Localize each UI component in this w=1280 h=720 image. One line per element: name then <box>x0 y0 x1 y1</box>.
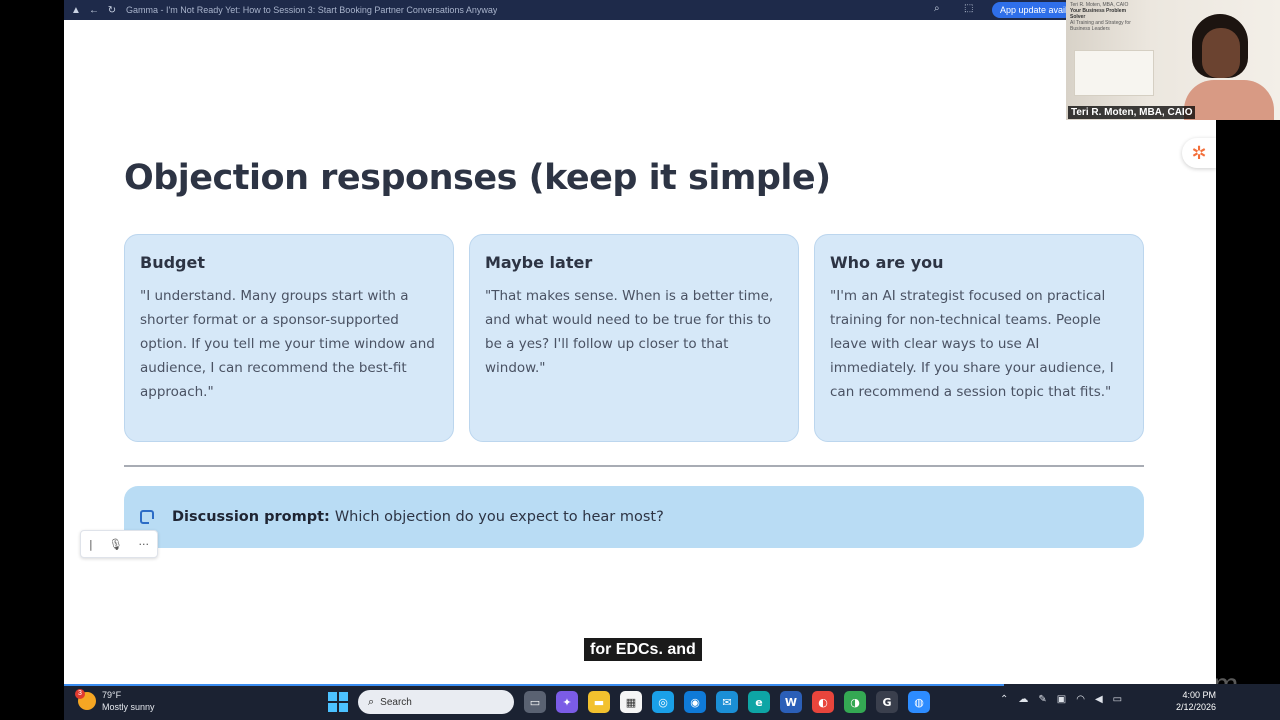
clock-date: 2/12/2026 <box>1175 702 1216 712</box>
extensions-icon[interactable]: ⬚ <box>964 3 973 14</box>
battery-saver-icon[interactable]: ▣ <box>1057 694 1066 705</box>
windows-taskbar: 3 79°F Mostly sunny ⌕ Search ▭ ✦ ▬ ▦ ◎ ◉… <box>64 684 1280 720</box>
copilot-icon[interactable]: ✦ <box>556 691 578 713</box>
app-logo-icon: ▲ <box>71 4 81 16</box>
participant-name: Teri R. Moten, MBA, CAIO <box>1068 106 1196 119</box>
gamma-app-icon[interactable]: G <box>876 691 898 713</box>
card-heading: Maybe later <box>485 253 593 272</box>
file-explorer-icon[interactable]: ▬ <box>588 691 610 713</box>
screen: ▲ ← ↻ Gamma - I'm Not Ready Yet: How to … <box>0 0 1280 720</box>
window-title: Gamma - I'm Not Ready Yet: How to Sessio… <box>126 5 498 15</box>
card-body: "That makes sense. When is a better time… <box>485 288 774 376</box>
store-app-icon[interactable]: ◉ <box>684 691 706 713</box>
card-body: "I'm an AI strategist focused on practic… <box>830 288 1114 400</box>
prompt-label: Discussion prompt: <box>172 509 330 525</box>
objection-card-who-are-you: Who are you "I'm an AI strategist focuse… <box>814 234 1144 442</box>
taskbar-apps: ⌕ Search ▭ ✦ ▬ ▦ ◎ ◉ ✉ e W ◐ ◑ G ◍ <box>328 690 930 714</box>
card-heading: Who are you <box>830 253 944 272</box>
weather-badge: 3 <box>75 689 85 699</box>
poster-title: Your Business Problem Solver <box>1070 8 1127 20</box>
battery-icon[interactable]: ▭ <box>1113 694 1122 705</box>
system-tray: ⌃ ☁ ✎ ▣ ◠ ◀ ▭ <box>1000 694 1122 705</box>
edge-icon[interactable]: e <box>748 691 770 713</box>
windows-start-icon[interactable] <box>328 692 348 712</box>
slide-canvas: Objection responses (keep it simple) Bud… <box>64 20 1238 701</box>
more-options-icon[interactable]: ··· <box>139 538 150 551</box>
note-icon <box>140 510 154 524</box>
weather-desc: Mostly sunny <box>102 702 155 712</box>
objection-card-maybe-later: Maybe later "That makes sense. When is a… <box>469 234 799 442</box>
text-cursor-icon[interactable]: | <box>89 538 93 551</box>
refresh-icon[interactable]: ↻ <box>106 4 118 16</box>
chrome-icon[interactable]: ◐ <box>812 691 834 713</box>
onedrive-icon[interactable]: ☁ <box>1018 694 1028 705</box>
taskbar-search[interactable]: ⌕ Search <box>358 690 514 714</box>
clock-time: 4:00 PM <box>1182 690 1216 700</box>
prompt-text: Which objection do you expect to hear mo… <box>334 509 664 525</box>
app-update-button[interactable]: App update available <box>992 2 1072 18</box>
weather-sun-icon: 3 <box>75 689 96 710</box>
word-icon[interactable]: W <box>780 691 802 713</box>
calendar-app-icon[interactable]: ▦ <box>620 691 642 713</box>
background-poster: Teri R. Moten, MBA, CAIO Your Business P… <box>1070 2 1140 38</box>
browser-app-icon[interactable]: ◎ <box>652 691 674 713</box>
task-view-icon[interactable]: ▭ <box>524 691 546 713</box>
hubspot-icon[interactable]: ✲ <box>1182 138 1216 168</box>
video-progress-bar <box>64 684 1004 686</box>
volume-icon[interactable]: ◀ <box>1095 694 1103 705</box>
pen-icon[interactable]: ✎ <box>1038 694 1046 705</box>
microphone-icon[interactable]: 🎙 <box>109 538 123 551</box>
tray-expand-icon[interactable]: ⌃ <box>1000 694 1008 705</box>
zoom-app-icon[interactable]: ◍ <box>908 691 930 713</box>
card-body: "I understand. Many groups start with a … <box>140 288 435 400</box>
webcam-video: Teri R. Moten, MBA, CAIO Your Business P… <box>1066 0 1280 120</box>
search-icon: ⌕ <box>368 695 375 708</box>
objection-card-budget: Budget "I understand. Many groups start … <box>124 234 454 442</box>
wifi-icon[interactable]: ◠ <box>1076 694 1085 705</box>
discussion-prompt: Discussion prompt: Which objection do yo… <box>124 486 1144 548</box>
zoom-magnify-icon[interactable]: ⌕ <box>934 3 940 14</box>
weather-temp: 79°F <box>102 690 122 700</box>
slide-title: Objection responses (keep it simple) <box>124 158 831 198</box>
back-arrow-icon[interactable]: ← <box>88 4 100 16</box>
speaker-figure <box>1184 14 1274 120</box>
system-clock[interactable]: 4:00 PM 2/12/2026 <box>1158 689 1216 713</box>
section-divider <box>124 465 1144 467</box>
floating-toolbar: | 🎙 ··· <box>80 530 158 558</box>
chrome-profile-icon[interactable]: ◑ <box>844 691 866 713</box>
card-heading: Budget <box>140 253 205 272</box>
background-shelf <box>1074 50 1154 96</box>
weather-widget[interactable]: 3 79°F Mostly sunny <box>75 689 155 713</box>
search-label: Search <box>380 696 412 708</box>
outlook-icon[interactable]: ✉ <box>716 691 738 713</box>
live-caption: for EDCs. and <box>584 638 702 661</box>
poster-subtitle: AI Training and Strategy for Business Le… <box>1070 20 1131 32</box>
